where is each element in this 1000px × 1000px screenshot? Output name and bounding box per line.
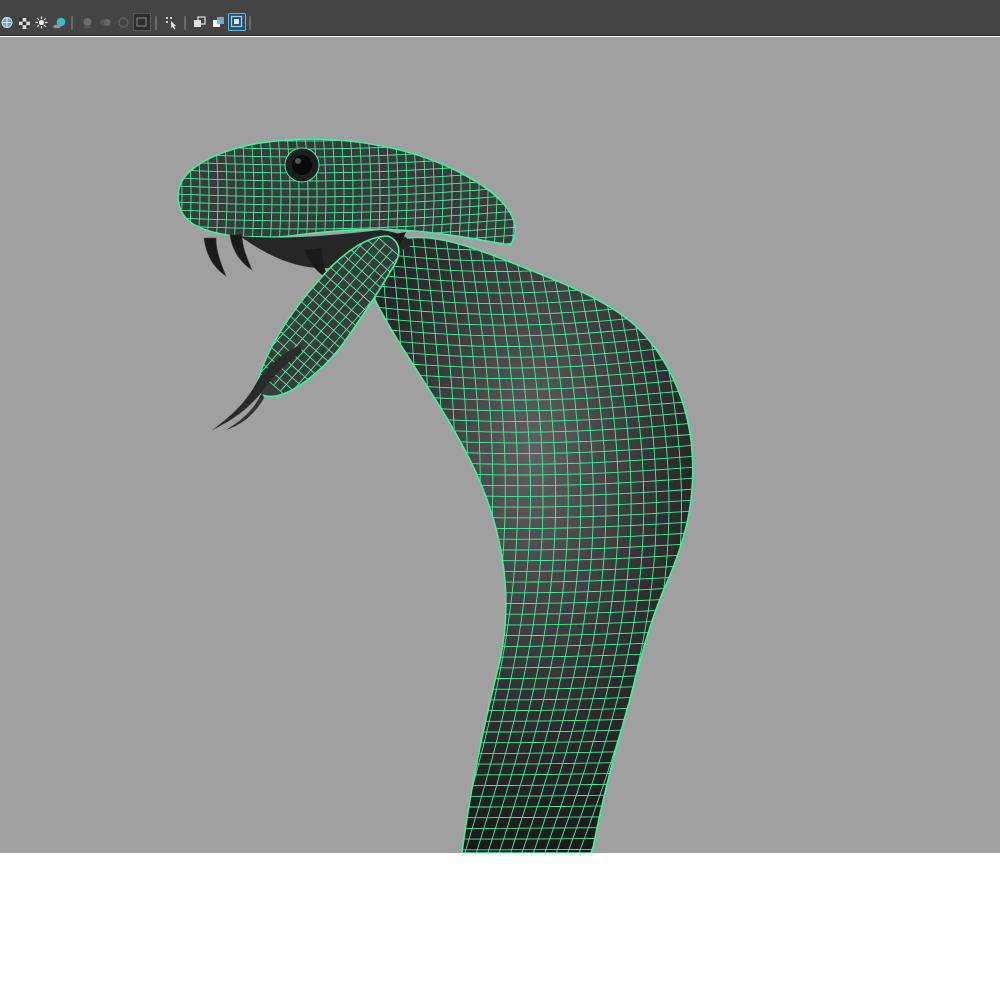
lighting-sphere-icon[interactable]	[0, 15, 15, 30]
cobra-model[interactable]	[0, 37, 1000, 853]
anti-alias-icon[interactable]	[116, 15, 131, 30]
wire-edge	[681, 237, 693, 853]
viewport-panel-toolbar	[0, 0, 1000, 36]
light-bulb-icon[interactable]	[34, 15, 49, 30]
wire-edge	[170, 122, 530, 133]
wire-edge	[170, 130, 173, 256]
motion-blur-icon[interactable]	[98, 15, 113, 30]
xray-icon[interactable]	[211, 15, 226, 30]
isolate-select-icon[interactable]	[192, 15, 207, 30]
empty-canvas-area	[0, 853, 1000, 1000]
3d-viewport[interactable]	[0, 37, 1000, 853]
wire-edge	[178, 139, 516, 142]
checker-texture-icon[interactable]	[17, 15, 32, 30]
select-camera-icon[interactable]	[164, 15, 179, 30]
wire-edge	[705, 191, 808, 853]
screen-space-ao-icon[interactable]	[80, 15, 95, 30]
wire-edge	[694, 192, 796, 853]
wire-edge	[530, 122, 533, 248]
eye	[284, 147, 320, 183]
wireframe-on-shaded-icon[interactable]	[228, 13, 246, 31]
wire-edge	[716, 190, 820, 853]
wire-edge	[521, 123, 524, 249]
wire-edge	[255, 200, 306, 853]
toolbar-separator	[155, 16, 157, 30]
shadow-sphere-icon[interactable]	[52, 15, 67, 30]
depth-of-field-icon[interactable]	[133, 13, 151, 31]
toolbar-separator	[249, 16, 251, 30]
toolbar-separator	[71, 16, 73, 30]
toolbar-separator	[184, 16, 186, 30]
